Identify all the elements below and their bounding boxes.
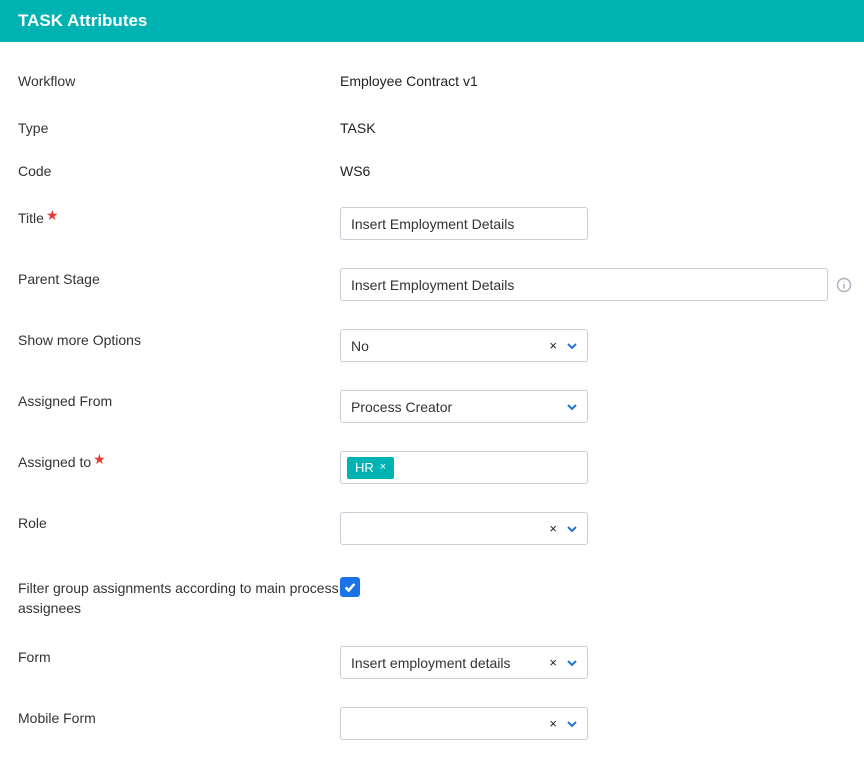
assigned-from-value: Process Creator bbox=[351, 399, 565, 415]
show-more-options-select[interactable]: No × bbox=[340, 329, 588, 362]
value-type: TASK bbox=[340, 117, 376, 136]
label-form: Form bbox=[18, 646, 340, 665]
label-assigned-to: Assigned to ★ bbox=[18, 451, 340, 471]
label-role: Role bbox=[18, 512, 340, 531]
parent-stage-input[interactable] bbox=[340, 268, 828, 301]
required-star-icon: ★ bbox=[46, 207, 59, 224]
label-workflow: Workflow bbox=[18, 70, 340, 89]
filter-group-checkbox[interactable] bbox=[340, 577, 360, 597]
chevron-down-icon bbox=[565, 659, 579, 667]
row-workflow: Workflow Employee Contract v1 bbox=[18, 70, 846, 89]
assigned-to-input[interactable]: HR × bbox=[340, 451, 588, 484]
label-mobile-form: Mobile Form bbox=[18, 707, 340, 726]
row-title: Title ★ bbox=[18, 207, 846, 240]
label-parent-stage: Parent Stage bbox=[18, 268, 340, 287]
label-type: Type bbox=[18, 117, 340, 136]
chevron-down-icon bbox=[565, 525, 579, 533]
label-code: Code bbox=[18, 160, 340, 179]
clear-icon[interactable]: × bbox=[547, 338, 559, 353]
row-role: Role × bbox=[18, 512, 846, 545]
required-star-icon: ★ bbox=[93, 451, 106, 468]
row-filter-group: Filter group assignments according to ma… bbox=[18, 573, 846, 618]
tag-label: HR bbox=[355, 460, 374, 475]
panel-title: TASK Attributes bbox=[18, 11, 147, 30]
row-form: Form Insert employment details × bbox=[18, 646, 846, 679]
row-parent-stage: Parent Stage bbox=[18, 268, 846, 301]
clear-icon[interactable]: × bbox=[547, 521, 559, 536]
clear-icon[interactable]: × bbox=[547, 655, 559, 670]
value-code: WS6 bbox=[340, 160, 370, 179]
form-area: Workflow Employee Contract v1 Type TASK … bbox=[0, 70, 864, 758]
row-assigned-to: Assigned to ★ HR × bbox=[18, 451, 846, 484]
chevron-down-icon bbox=[565, 403, 579, 411]
tag-remove-icon[interactable]: × bbox=[380, 461, 386, 473]
filter-group-field-wrap bbox=[340, 573, 360, 597]
chevron-down-icon bbox=[565, 720, 579, 728]
label-show-more-options: Show more Options bbox=[18, 329, 340, 348]
row-type: Type TASK bbox=[18, 117, 846, 136]
clear-icon[interactable]: × bbox=[547, 716, 559, 731]
parent-stage-field-wrap bbox=[340, 268, 852, 301]
info-icon[interactable] bbox=[836, 277, 852, 293]
chevron-down-icon bbox=[565, 342, 579, 350]
row-mobile-form: Mobile Form × bbox=[18, 707, 846, 740]
form-select[interactable]: Insert employment details × bbox=[340, 646, 588, 679]
row-assigned-from: Assigned From Process Creator bbox=[18, 390, 846, 423]
row-show-more-options: Show more Options No × bbox=[18, 329, 846, 362]
role-select[interactable]: × bbox=[340, 512, 588, 545]
value-workflow: Employee Contract v1 bbox=[340, 70, 478, 89]
label-title: Title ★ bbox=[18, 207, 340, 227]
assigned-to-tag: HR × bbox=[347, 457, 394, 479]
show-more-options-value: No bbox=[351, 338, 547, 354]
label-assigned-from: Assigned From bbox=[18, 390, 340, 409]
title-input[interactable] bbox=[340, 207, 588, 240]
assigned-from-select[interactable]: Process Creator bbox=[340, 390, 588, 423]
panel-header: TASK Attributes bbox=[0, 0, 864, 42]
mobile-form-select[interactable]: × bbox=[340, 707, 588, 740]
label-filter-group: Filter group assignments according to ma… bbox=[18, 573, 340, 618]
form-value: Insert employment details bbox=[351, 655, 547, 671]
title-field-wrap bbox=[340, 207, 588, 240]
row-code: Code WS6 bbox=[18, 160, 846, 179]
